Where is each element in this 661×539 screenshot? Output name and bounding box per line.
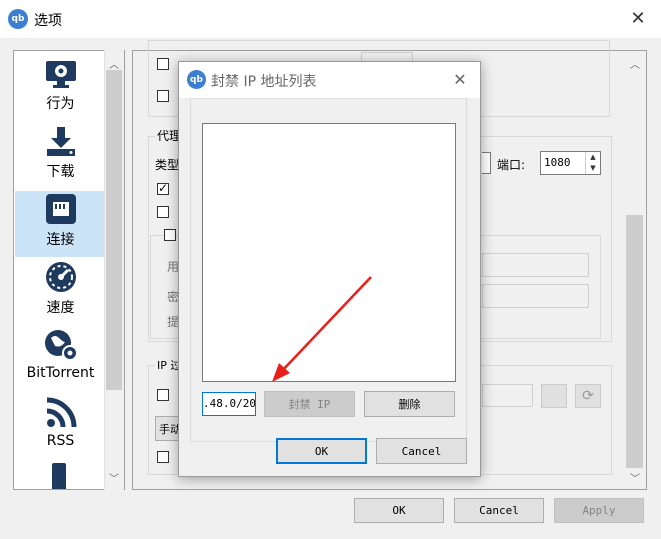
checkbox[interactable]: [157, 181, 169, 195]
close-icon[interactable]: ✕: [449, 68, 471, 90]
username-field[interactable]: [482, 253, 589, 277]
sidebar-item-behavior[interactable]: 行为: [15, 55, 106, 121]
sidebar-item-rss[interactable]: RSS: [15, 395, 106, 461]
apply-button[interactable]: Apply: [554, 498, 644, 523]
download-icon: [43, 123, 79, 159]
scroll-up-icon[interactable]: ︿: [625, 56, 645, 71]
sidebar-item-connection[interactable]: 连接: [15, 191, 106, 257]
dialog-title: 封禁 IP 地址列表: [211, 74, 317, 90]
filter-path-field[interactable]: [482, 384, 533, 407]
checkbox[interactable]: [157, 58, 169, 70]
sidebar-item-speed[interactable]: 速度: [15, 259, 106, 325]
speedometer-icon: [43, 259, 79, 295]
ip-input[interactable]: .48.0/20: [202, 392, 256, 416]
app-icon: qb: [8, 9, 28, 29]
app-icon: qb: [187, 70, 206, 89]
checkbox[interactable]: [157, 389, 169, 401]
proxy-type-label: 类型: [155, 158, 180, 172]
scroll-up-icon[interactable]: ︿: [104, 56, 124, 71]
spin-arrows-icon[interactable]: ▲ ▼: [585, 152, 600, 174]
port-label: 端口:: [497, 158, 526, 172]
proxy-host-field[interactable]: [482, 152, 491, 174]
sidebar-item-label: BitTorrent: [26, 365, 95, 381]
window-title: 选项: [34, 13, 62, 29]
ok-button[interactable]: OK: [354, 498, 444, 523]
sidebar-item-downloads[interactable]: 下载: [15, 123, 106, 189]
title-bar: [0, 0, 661, 38]
browse-icon[interactable]: [541, 384, 567, 408]
monitor-gear-icon: [43, 55, 79, 91]
dialog-cancel-button[interactable]: Cancel: [376, 438, 467, 464]
banned-ip-list[interactable]: [202, 123, 456, 382]
sidebar-item-label: 速度: [46, 300, 75, 316]
refresh-icon[interactable]: ⟳: [575, 384, 601, 408]
ban-ip-button[interactable]: 封禁 IP: [264, 391, 355, 417]
close-icon[interactable]: ✕: [626, 6, 650, 30]
dialog-ok-button[interactable]: OK: [276, 438, 367, 464]
checkbox[interactable]: [164, 229, 176, 241]
sidebar-item-label: 行为: [46, 96, 75, 112]
checkbox[interactable]: [157, 206, 169, 218]
scroll-down-icon[interactable]: ﹀: [625, 470, 645, 485]
network-icon: [43, 191, 79, 227]
cancel-button[interactable]: Cancel: [454, 498, 544, 523]
scroll-down-icon[interactable]: ﹀: [104, 470, 124, 485]
checkbox[interactable]: [157, 90, 169, 102]
delete-button[interactable]: 删除: [364, 391, 455, 417]
content-scroll-thumb[interactable]: [626, 215, 643, 468]
webui-icon: [52, 463, 66, 489]
sidebar-item-label: 连接: [46, 232, 75, 248]
globe-gear-icon: [43, 327, 79, 363]
sidebar-item-label: RSS: [46, 433, 75, 449]
checkbox[interactable]: [157, 451, 169, 463]
rss-icon: [43, 395, 79, 431]
sidebar-item-label: 下载: [46, 164, 75, 180]
sidebar-scroll-thumb[interactable]: [106, 70, 122, 390]
password-field[interactable]: [482, 284, 589, 308]
sidebar-item-bittorrent[interactable]: BitTorrent: [15, 327, 106, 393]
